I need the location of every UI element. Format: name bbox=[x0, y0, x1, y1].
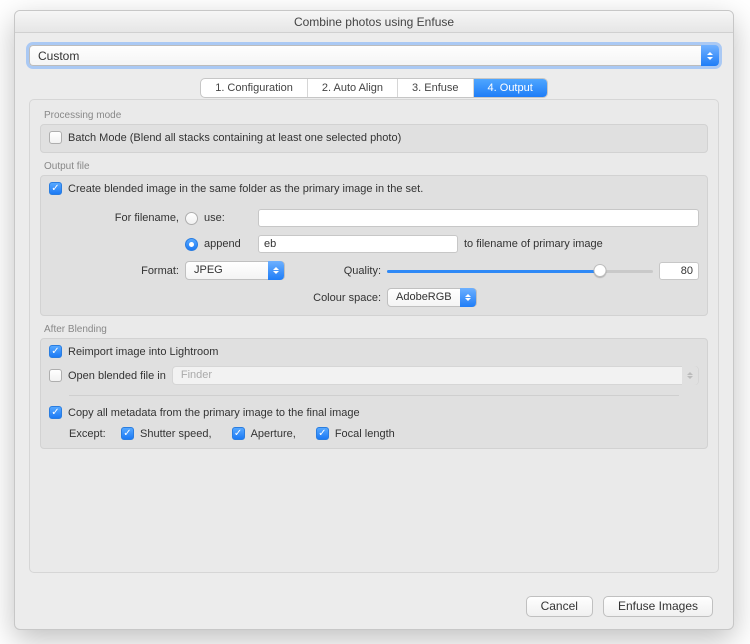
for-filename-label: For filename, bbox=[49, 212, 179, 224]
after-blending-label: After Blending bbox=[40, 322, 708, 338]
except-aperture-checkbox[interactable] bbox=[232, 427, 245, 440]
quality-label: Quality: bbox=[291, 265, 381, 277]
dropdown-arrows-icon bbox=[460, 288, 476, 307]
except-shutter-label: Shutter speed, bbox=[140, 428, 212, 440]
create-in-same-folder-label: Create blended image in the same folder … bbox=[68, 183, 423, 195]
except-label: Except: bbox=[69, 428, 115, 440]
content-area: Custom 1. Configuration 2. Auto Align 3.… bbox=[15, 33, 733, 629]
open-blended-app-value: Finder bbox=[181, 367, 212, 384]
format-value: JPEG bbox=[194, 262, 223, 279]
filename-use-radio[interactable] bbox=[185, 212, 198, 225]
except-aperture-label: Aperture, bbox=[251, 428, 296, 440]
colour-space-label: Colour space: bbox=[49, 292, 381, 304]
format-select[interactable]: JPEG bbox=[185, 261, 285, 280]
dropdown-arrows-icon bbox=[268, 261, 284, 280]
preset-value: Custom bbox=[38, 49, 79, 63]
filename-use-label: use: bbox=[204, 212, 252, 224]
filename-append-suffix-label: to filename of primary image bbox=[464, 238, 603, 250]
except-shutter-checkbox[interactable] bbox=[121, 427, 134, 440]
dialog-footer: Cancel Enfuse Images bbox=[15, 596, 733, 617]
dropdown-arrows-icon bbox=[682, 366, 698, 385]
except-focal-checkbox[interactable] bbox=[316, 427, 329, 440]
colour-space-value: AdobeRGB bbox=[396, 289, 452, 306]
output-file-label: Output file bbox=[40, 159, 708, 175]
output-panel: Processing mode Batch Mode (Blend all st… bbox=[29, 99, 719, 573]
open-blended-checkbox[interactable] bbox=[49, 369, 62, 382]
filename-append-label: append bbox=[204, 238, 252, 250]
tab-output[interactable]: 4. Output bbox=[474, 79, 547, 97]
divider bbox=[69, 395, 679, 396]
reimport-checkbox[interactable] bbox=[49, 345, 62, 358]
batch-mode-label: Batch Mode (Blend all stacks containing … bbox=[68, 132, 401, 144]
enfuse-images-button[interactable]: Enfuse Images bbox=[603, 596, 713, 617]
tab-enfuse[interactable]: 3. Enfuse bbox=[398, 79, 473, 97]
window-title: Combine photos using Enfuse bbox=[15, 11, 733, 33]
cancel-button[interactable]: Cancel bbox=[526, 596, 593, 617]
tab-auto-align[interactable]: 2. Auto Align bbox=[308, 79, 398, 97]
tab-configuration[interactable]: 1. Configuration bbox=[201, 79, 308, 97]
dialog-window: Combine photos using Enfuse Custom 1. Co… bbox=[14, 10, 734, 630]
group-after-blending: After Blending Reimport image into Light… bbox=[40, 322, 708, 449]
format-label: Format: bbox=[49, 265, 179, 277]
filename-append-radio[interactable] bbox=[185, 238, 198, 251]
except-focal-label: Focal length bbox=[335, 428, 395, 440]
batch-mode-checkbox[interactable] bbox=[49, 131, 62, 144]
group-output-file: Output file Create blended image in the … bbox=[40, 159, 708, 316]
reimport-label: Reimport image into Lightroom bbox=[68, 346, 218, 358]
group-processing-mode: Processing mode Batch Mode (Blend all st… bbox=[40, 108, 708, 153]
tab-bar: 1. Configuration 2. Auto Align 3. Enfuse… bbox=[29, 78, 719, 98]
quality-slider[interactable] bbox=[387, 263, 653, 279]
processing-mode-label: Processing mode bbox=[40, 108, 708, 124]
open-blended-app-select[interactable]: Finder bbox=[172, 366, 699, 385]
filename-append-input[interactable]: eb bbox=[258, 235, 458, 253]
open-blended-label: Open blended file in bbox=[68, 370, 166, 382]
copy-metadata-checkbox[interactable] bbox=[49, 406, 62, 419]
create-in-same-folder-checkbox[interactable] bbox=[49, 182, 62, 195]
colour-space-select[interactable]: AdobeRGB bbox=[387, 288, 477, 307]
filename-use-input[interactable] bbox=[258, 209, 699, 227]
dropdown-arrows-icon bbox=[701, 45, 719, 66]
quality-input[interactable]: 80 bbox=[659, 262, 699, 280]
preset-select[interactable]: Custom bbox=[29, 45, 719, 66]
copy-metadata-label: Copy all metadata from the primary image… bbox=[68, 407, 360, 419]
